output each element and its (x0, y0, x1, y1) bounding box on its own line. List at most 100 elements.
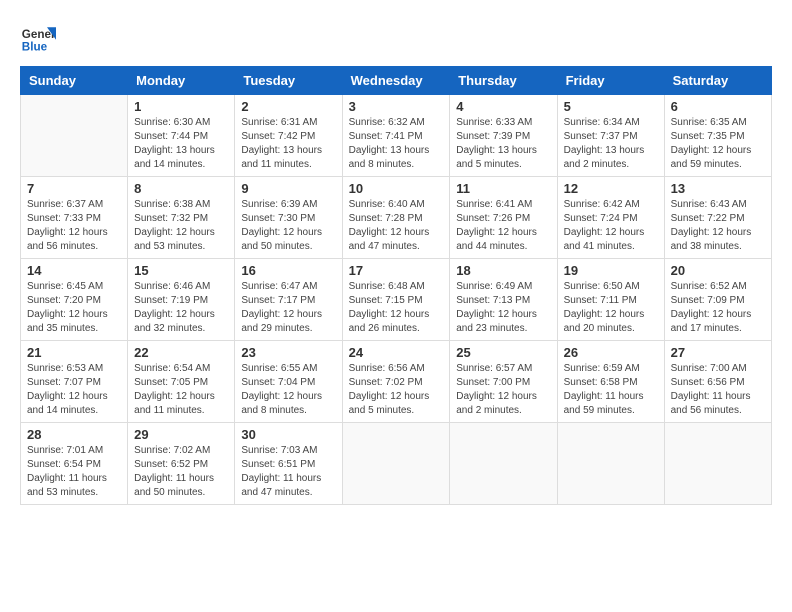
day-number: 4 (456, 99, 550, 114)
day-number: 18 (456, 263, 550, 278)
day-number: 13 (671, 181, 765, 196)
calendar-cell: 28 Sunrise: 7:01 AMSunset: 6:54 PMDayligh… (21, 423, 128, 505)
weekday-thursday: Thursday (450, 67, 557, 95)
calendar-cell: 30 Sunrise: 7:03 AMSunset: 6:51 PMDayligh… (235, 423, 342, 505)
calendar-cell: 7 Sunrise: 6:37 AMSunset: 7:33 PMDaylight… (21, 177, 128, 259)
day-info: Sunrise: 6:39 AMSunset: 7:30 PMDaylight:… (241, 198, 335, 254)
day-info: Sunrise: 6:37 AMSunset: 7:33 PMDaylight:… (27, 198, 121, 254)
day-number: 20 (671, 263, 765, 278)
day-number: 17 (349, 263, 444, 278)
day-info: Sunrise: 7:03 AMSunset: 6:51 PMDaylight:… (241, 444, 335, 500)
logo: General Blue (20, 20, 56, 56)
day-info: Sunrise: 6:33 AMSunset: 7:39 PMDaylight:… (456, 116, 550, 172)
day-info: Sunrise: 6:35 AMSunset: 7:35 PMDaylight:… (671, 116, 765, 172)
day-number: 15 (134, 263, 228, 278)
calendar-week-5: 28 Sunrise: 7:01 AMSunset: 6:54 PMDayligh… (21, 423, 772, 505)
calendar-cell: 23 Sunrise: 6:55 AMSunset: 7:04 PMDayligh… (235, 341, 342, 423)
calendar-cell: 19Sunrise: 6:50 AMSunset: 7:11 PMDayligh… (557, 259, 664, 341)
calendar-cell: 11 Sunrise: 6:41 AMSunset: 7:26 PMDayligh… (450, 177, 557, 259)
day-info: Sunrise: 6:48 AMSunset: 7:15 PMDaylight:… (349, 280, 444, 336)
day-info: Sunrise: 7:02 AMSunset: 6:52 PMDaylight:… (134, 444, 228, 500)
calendar-cell: 8Sunrise: 6:38 AMSunset: 7:32 PMDaylight… (128, 177, 235, 259)
svg-text:Blue: Blue (22, 41, 48, 54)
day-number: 12 (564, 181, 658, 196)
day-info: Sunrise: 6:34 AMSunset: 7:37 PMDaylight:… (564, 116, 658, 172)
day-info: Sunrise: 6:38 AMSunset: 7:32 PMDaylight:… (134, 198, 228, 254)
weekday-friday: Friday (557, 67, 664, 95)
day-number: 24 (349, 345, 444, 360)
calendar-cell: 10 Sunrise: 6:40 AMSunset: 7:28 PMDayligh… (342, 177, 450, 259)
day-info: Sunrise: 6:43 AMSunset: 7:22 PMDaylight:… (671, 198, 765, 254)
day-info: Sunrise: 6:42 AMSunset: 7:24 PMDaylight:… (564, 198, 658, 254)
day-number: 22 (134, 345, 228, 360)
calendar-cell: 17 Sunrise: 6:48 AMSunset: 7:15 PMDayligh… (342, 259, 450, 341)
weekday-sunday: Sunday (21, 67, 128, 95)
calendar-cell: 26 Sunrise: 6:59 AMSunset: 6:58 PMDayligh… (557, 341, 664, 423)
calendar-week-3: 14 Sunrise: 6:45 AMSunset: 7:20 PMDayligh… (21, 259, 772, 341)
calendar-cell: 1Sunrise: 6:30 AMSunset: 7:44 PMDaylight… (128, 95, 235, 177)
day-info: Sunrise: 6:30 AMSunset: 7:44 PMDaylight:… (134, 116, 228, 172)
day-info: Sunrise: 6:56 AMSunset: 7:02 PMDaylight:… (349, 362, 444, 418)
day-info: Sunrise: 6:41 AMSunset: 7:26 PMDaylight:… (456, 198, 550, 254)
logo-icon: General Blue (20, 20, 56, 56)
calendar-cell (21, 95, 128, 177)
day-info: Sunrise: 6:45 AMSunset: 7:20 PMDaylight:… (27, 280, 121, 336)
calendar-cell: 4 Sunrise: 6:33 AMSunset: 7:39 PMDaylight… (450, 95, 557, 177)
weekday-wednesday: Wednesday (342, 67, 450, 95)
calendar-cell (664, 423, 771, 505)
day-info: Sunrise: 6:31 AMSunset: 7:42 PMDaylight:… (241, 116, 335, 172)
day-number: 2 (241, 99, 335, 114)
day-info: Sunrise: 6:59 AMSunset: 6:58 PMDaylight:… (564, 362, 658, 418)
day-number: 19 (564, 263, 658, 278)
calendar-cell: 25 Sunrise: 6:57 AMSunset: 7:00 PMDayligh… (450, 341, 557, 423)
day-number: 16 (241, 263, 335, 278)
day-number: 25 (456, 345, 550, 360)
calendar-cell: 14 Sunrise: 6:45 AMSunset: 7:20 PMDayligh… (21, 259, 128, 341)
weekday-monday: Monday (128, 67, 235, 95)
day-info: Sunrise: 7:01 AMSunset: 6:54 PMDaylight:… (27, 444, 121, 500)
day-number: 27 (671, 345, 765, 360)
day-info: Sunrise: 6:47 AMSunset: 7:17 PMDaylight:… (241, 280, 335, 336)
day-number: 14 (27, 263, 121, 278)
calendar-cell (557, 423, 664, 505)
day-number: 26 (564, 345, 658, 360)
day-info: Sunrise: 6:54 AMSunset: 7:05 PMDaylight:… (134, 362, 228, 418)
day-number: 10 (349, 181, 444, 196)
day-info: Sunrise: 6:52 AMSunset: 7:09 PMDaylight:… (671, 280, 765, 336)
calendar-cell: 16 Sunrise: 6:47 AMSunset: 7:17 PMDayligh… (235, 259, 342, 341)
calendar-cell: 18 Sunrise: 6:49 AMSunset: 7:13 PMDayligh… (450, 259, 557, 341)
day-info: Sunrise: 6:57 AMSunset: 7:00 PMDaylight:… (456, 362, 550, 418)
calendar-cell (450, 423, 557, 505)
day-number: 6 (671, 99, 765, 114)
weekday-header-row: SundayMondayTuesdayWednesdayThursdayFrid… (21, 67, 772, 95)
calendar-cell: 6 Sunrise: 6:35 AMSunset: 7:35 PMDaylight… (664, 95, 771, 177)
day-info: Sunrise: 6:40 AMSunset: 7:28 PMDaylight:… (349, 198, 444, 254)
calendar-cell: 9 Sunrise: 6:39 AMSunset: 7:30 PMDaylight… (235, 177, 342, 259)
day-number: 28 (27, 427, 121, 442)
calendar-cell: 20 Sunrise: 6:52 AMSunset: 7:09 PMDayligh… (664, 259, 771, 341)
day-number: 7 (27, 181, 121, 196)
calendar-cell: 12 Sunrise: 6:42 AMSunset: 7:24 PMDayligh… (557, 177, 664, 259)
day-info: Sunrise: 6:32 AMSunset: 7:41 PMDaylight:… (349, 116, 444, 172)
calendar-week-1: 1Sunrise: 6:30 AMSunset: 7:44 PMDaylight… (21, 95, 772, 177)
day-info: Sunrise: 6:55 AMSunset: 7:04 PMDaylight:… (241, 362, 335, 418)
day-info: Sunrise: 6:46 AMSunset: 7:19 PMDaylight:… (134, 280, 228, 336)
page-header: General Blue (20, 20, 772, 56)
calendar-cell: 3Sunrise: 6:32 AMSunset: 7:41 PMDaylight… (342, 95, 450, 177)
day-info: Sunrise: 6:49 AMSunset: 7:13 PMDaylight:… (456, 280, 550, 336)
day-number: 21 (27, 345, 121, 360)
calendar-week-4: 21 Sunrise: 6:53 AMSunset: 7:07 PMDayligh… (21, 341, 772, 423)
day-info: Sunrise: 7:00 AMSunset: 6:56 PMDaylight:… (671, 362, 765, 418)
calendar-cell (342, 423, 450, 505)
calendar-cell: 24 Sunrise: 6:56 AMSunset: 7:02 PMDayligh… (342, 341, 450, 423)
calendar-week-2: 7 Sunrise: 6:37 AMSunset: 7:33 PMDaylight… (21, 177, 772, 259)
day-number: 9 (241, 181, 335, 196)
weekday-saturday: Saturday (664, 67, 771, 95)
day-number: 23 (241, 345, 335, 360)
day-number: 11 (456, 181, 550, 196)
day-number: 30 (241, 427, 335, 442)
calendar-cell: 5 Sunrise: 6:34 AMSunset: 7:37 PMDaylight… (557, 95, 664, 177)
calendar-body: 1Sunrise: 6:30 AMSunset: 7:44 PMDaylight… (21, 95, 772, 505)
day-info: Sunrise: 6:53 AMSunset: 7:07 PMDaylight:… (27, 362, 121, 418)
day-number: 5 (564, 99, 658, 114)
